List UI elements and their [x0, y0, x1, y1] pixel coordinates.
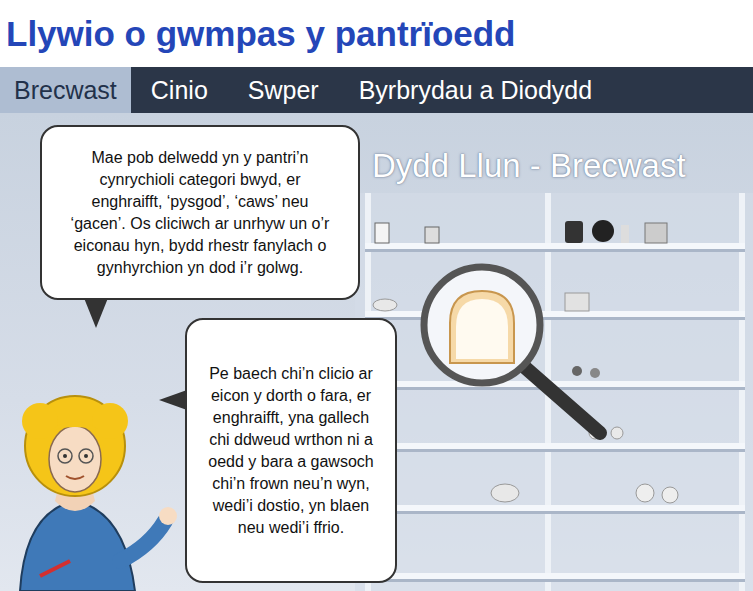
- speech-bubble: Pe baech chi’n clicio ar eicon y dorth o…: [185, 318, 397, 583]
- bubble-text: Mae pob delwedd yn y pantri’n cynrychiol…: [68, 147, 332, 279]
- speech-bubble: Mae pob delwedd yn y pantri’n cynrychiol…: [40, 125, 360, 300]
- bubble-text: Pe baech chi’n clicio ar eicon y dorth o…: [203, 363, 379, 539]
- page-title: Llywio o gwmpas y pantrïoedd: [6, 14, 516, 54]
- pantry-scene: Dydd Llun - Brecwast Mae pob delwedd yn y…: [0, 113, 753, 591]
- tab-bar: BrecwastCinioSwperByrbrydau a Diodydd: [0, 67, 753, 113]
- title-bar: Llywio o gwmpas y pantrïoedd: [0, 0, 753, 67]
- bread-magnifier-icon[interactable]: [420, 263, 620, 463]
- day-heading: Dydd Llun - Brecwast: [372, 147, 686, 185]
- tab[interactable]: Byrbrydau a Diodydd: [339, 67, 753, 113]
- tab[interactable]: Cinio: [131, 67, 228, 113]
- tab[interactable]: Swper: [228, 67, 339, 113]
- page: Llywio o gwmpas y pantrïoedd BrecwastCini…: [0, 0, 753, 591]
- tab[interactable]: Brecwast: [0, 67, 131, 113]
